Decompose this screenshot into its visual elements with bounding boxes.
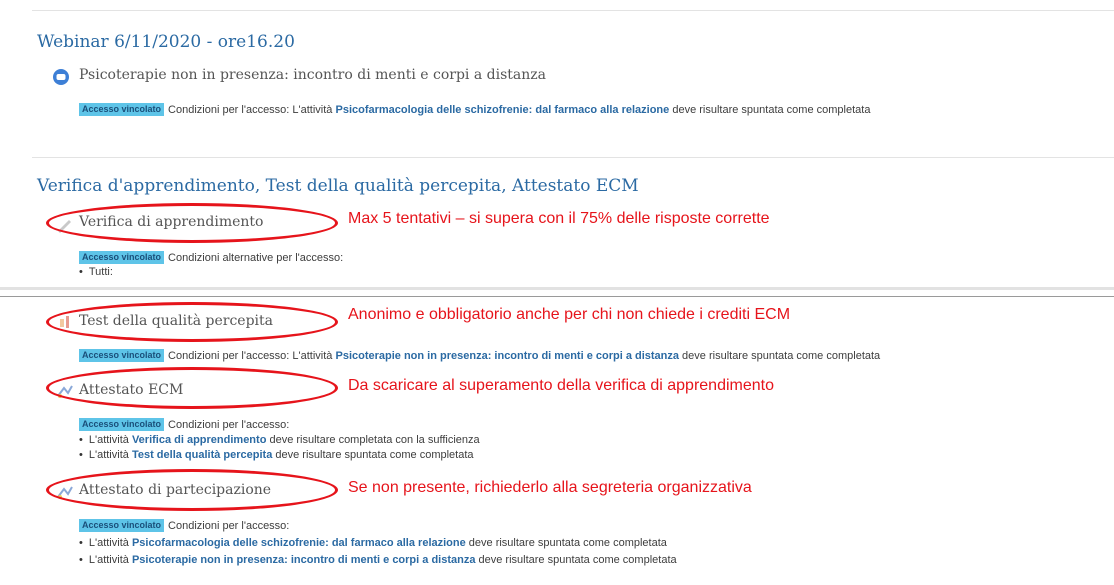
screenshot-seam-edge	[0, 296, 1114, 297]
restriction-prefix: Condizioni per l'accesso: L'attività	[168, 104, 336, 116]
item-prefix: L'attività	[88, 449, 132, 461]
conditions-list-attestato-partecipazione: L'attività Psicofarmacologia delle schiz…	[79, 535, 677, 569]
restriction-suffix: deve risultare spuntata come completata	[679, 350, 881, 362]
access-restriction-verifica: Accesso vincolato Condizioni alternative …	[79, 251, 343, 264]
list-item: L'attività Verifica di apprendimento dev…	[79, 433, 480, 448]
conditions-list-attestato-ecm: L'attività Verifica di apprendimento dev…	[79, 433, 480, 463]
item-link[interactable]: Test della qualità percepita	[132, 449, 272, 461]
item-suffix: deve risultare spuntata come completata	[272, 449, 474, 461]
section-title-verifica: Verifica d'apprendimento, Test della qua…	[37, 176, 639, 196]
restriction-link[interactable]: Psicoterapie non in presenza: incontro d…	[335, 350, 679, 362]
restricted-badge: Accesso vincolato	[79, 349, 165, 362]
top-divider	[32, 10, 1114, 11]
restriction-link[interactable]: Psicofarmacologia delle schizofrenie: da…	[335, 104, 669, 116]
item-prefix: L'attività	[88, 554, 132, 566]
annotation-circle-attestato-partecipazione	[46, 469, 338, 511]
list-item: L'attività Psicofarmacologia delle schiz…	[79, 535, 677, 552]
restriction-conditions: Condizioni per l'accesso:	[168, 419, 290, 431]
access-restriction: Accesso vincolato Condizioni per l'access…	[79, 103, 870, 116]
item-suffix: deve risultare spuntata come completata	[475, 554, 677, 566]
video-conference-icon	[53, 69, 69, 85]
restriction-prefix: Condizioni per l'accesso: L'attività	[168, 350, 336, 362]
restricted-badge: Accesso vincolato	[79, 251, 165, 264]
item-link[interactable]: Psicoterapie non in presenza: incontro d…	[132, 554, 476, 566]
access-restriction-attestato-partecipazione: Accesso vincolato Condizioni per l'access…	[79, 519, 289, 532]
item-prefix: L'attività	[88, 537, 132, 549]
restriction-conditions: Condizioni per l'accesso:	[168, 520, 290, 532]
annotation-note-attestato-ecm: Da scaricare al superamento della verifi…	[348, 377, 774, 394]
annotation-note-test: Anonimo e obbligatorio anche per chi non…	[348, 306, 791, 323]
list-item: L'attività Test della qualità percepita …	[79, 448, 480, 463]
access-restriction-attestato-ecm: Accesso vincolato Condizioni per l'access…	[79, 418, 289, 431]
restriction-conditions: Condizioni alternative per l'accesso:	[168, 252, 344, 264]
item-link[interactable]: Verifica di apprendimento	[132, 434, 266, 446]
annotation-circle-test	[46, 302, 338, 342]
conditions-list-verifica: Tutti:	[79, 266, 113, 278]
list-item-text: Tutti:	[88, 266, 113, 278]
section-divider	[32, 157, 1114, 158]
item-prefix: L'attività	[88, 434, 132, 446]
section-title-webinar: Webinar 6/11/2020 - ore16.20	[37, 32, 295, 52]
screenshot-seam	[0, 287, 1114, 290]
activity-link-psicoterapie[interactable]: Psicoterapie non in presenza: incontro d…	[79, 67, 546, 83]
list-item: L'attività Psicoterapie non in presenza:…	[79, 552, 677, 569]
restricted-badge: Accesso vincolato	[79, 103, 165, 116]
item-suffix: deve risultare spuntata come completata	[465, 537, 667, 549]
access-restriction-test: Accesso vincolato Condizioni per l'access…	[79, 349, 880, 362]
annotation-note-verifica: Max 5 tentativi – si supera con il 75% d…	[348, 210, 770, 227]
annotation-circle-verifica	[46, 203, 338, 243]
restriction-suffix: deve risultare spuntata come completata	[669, 104, 871, 116]
item-link[interactable]: Psicofarmacologia delle schizofrenie: da…	[132, 537, 466, 549]
list-item: Tutti:	[79, 266, 113, 278]
restricted-badge: Accesso vincolato	[79, 418, 165, 431]
annotation-note-attestato-partecipazione: Se non presente, richiederlo alla segret…	[348, 479, 752, 496]
restricted-badge: Accesso vincolato	[79, 519, 165, 532]
item-suffix: deve risultare completata con la suffici…	[266, 434, 480, 446]
annotation-circle-attestato-ecm	[46, 367, 338, 409]
